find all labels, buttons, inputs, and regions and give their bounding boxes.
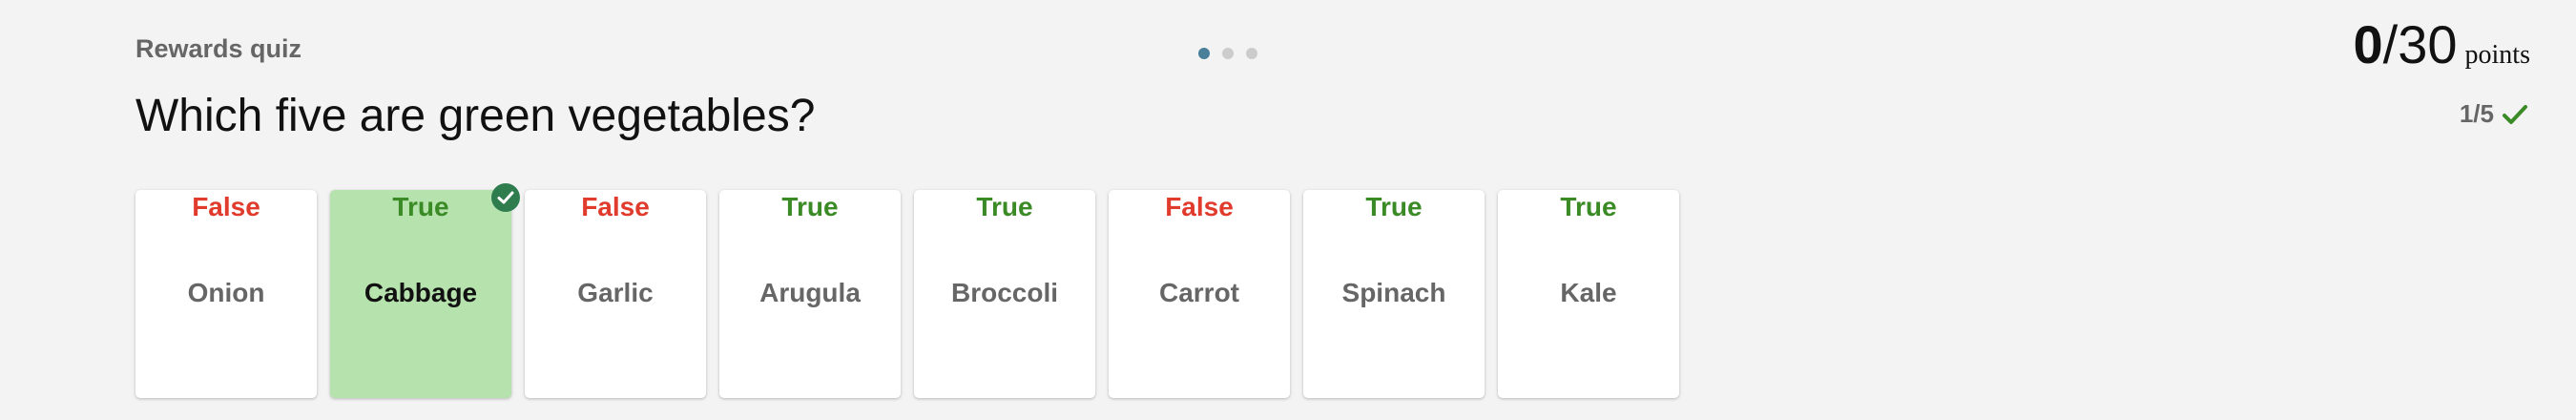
option-verdict: True <box>392 192 449 221</box>
score-unit: points <box>2464 40 2530 70</box>
option-card-garlic[interactable]: False Garlic <box>525 190 706 398</box>
answer-options: False Onion True Cabbage False Garlic Tr… <box>135 183 1679 398</box>
option-card-kale[interactable]: True Kale <box>1498 190 1679 398</box>
option-verdict: True <box>781 192 839 221</box>
progress-text: 1/5 <box>2459 99 2494 128</box>
selected-check-icon <box>491 183 520 212</box>
option-name: Arugula <box>759 278 861 307</box>
option-card-spinach[interactable]: True Spinach <box>1303 190 1485 398</box>
question-text: Which five are green vegetables? <box>135 91 816 141</box>
option-name: Broccoli <box>950 278 1059 307</box>
question-progress: 1/5 <box>2460 99 2528 129</box>
score-separator: / <box>2382 14 2399 74</box>
option-verdict: True <box>1560 192 1617 221</box>
option-name: Cabbage <box>364 278 478 307</box>
option-name: Onion <box>187 278 265 307</box>
option-card-cabbage[interactable]: True Cabbage <box>330 183 520 398</box>
option-card-onion[interactable]: False Onion <box>135 190 317 398</box>
option-verdict: False <box>1165 192 1234 221</box>
option-name: Kale <box>1560 278 1617 307</box>
option-verdict: False <box>581 192 650 221</box>
option-name: Carrot <box>1158 278 1239 307</box>
option-card-arugula[interactable]: True Arugula <box>719 190 901 398</box>
points-score: 0 / 30 points <box>2354 13 2530 75</box>
option-name: Garlic <box>577 278 654 307</box>
page-dot-1[interactable] <box>1198 48 1210 59</box>
score-total: 30 <box>2398 14 2458 74</box>
page-dot-2[interactable] <box>1222 48 1234 59</box>
quiz-title: Rewards quiz <box>135 34 302 63</box>
option-verdict: False <box>192 192 260 221</box>
option-verdict: True <box>1365 192 1423 221</box>
option-card-broccoli[interactable]: True Broccoli <box>914 190 1095 398</box>
checkmark-icon <box>2502 103 2528 126</box>
page-dot-3[interactable] <box>1246 48 1257 59</box>
score-current: 0 <box>2353 14 2383 74</box>
page-indicator <box>1198 48 1257 59</box>
option-verdict: True <box>976 192 1033 221</box>
option-card-carrot[interactable]: False Carrot <box>1109 190 1290 398</box>
option-name: Spinach <box>1341 278 1446 307</box>
